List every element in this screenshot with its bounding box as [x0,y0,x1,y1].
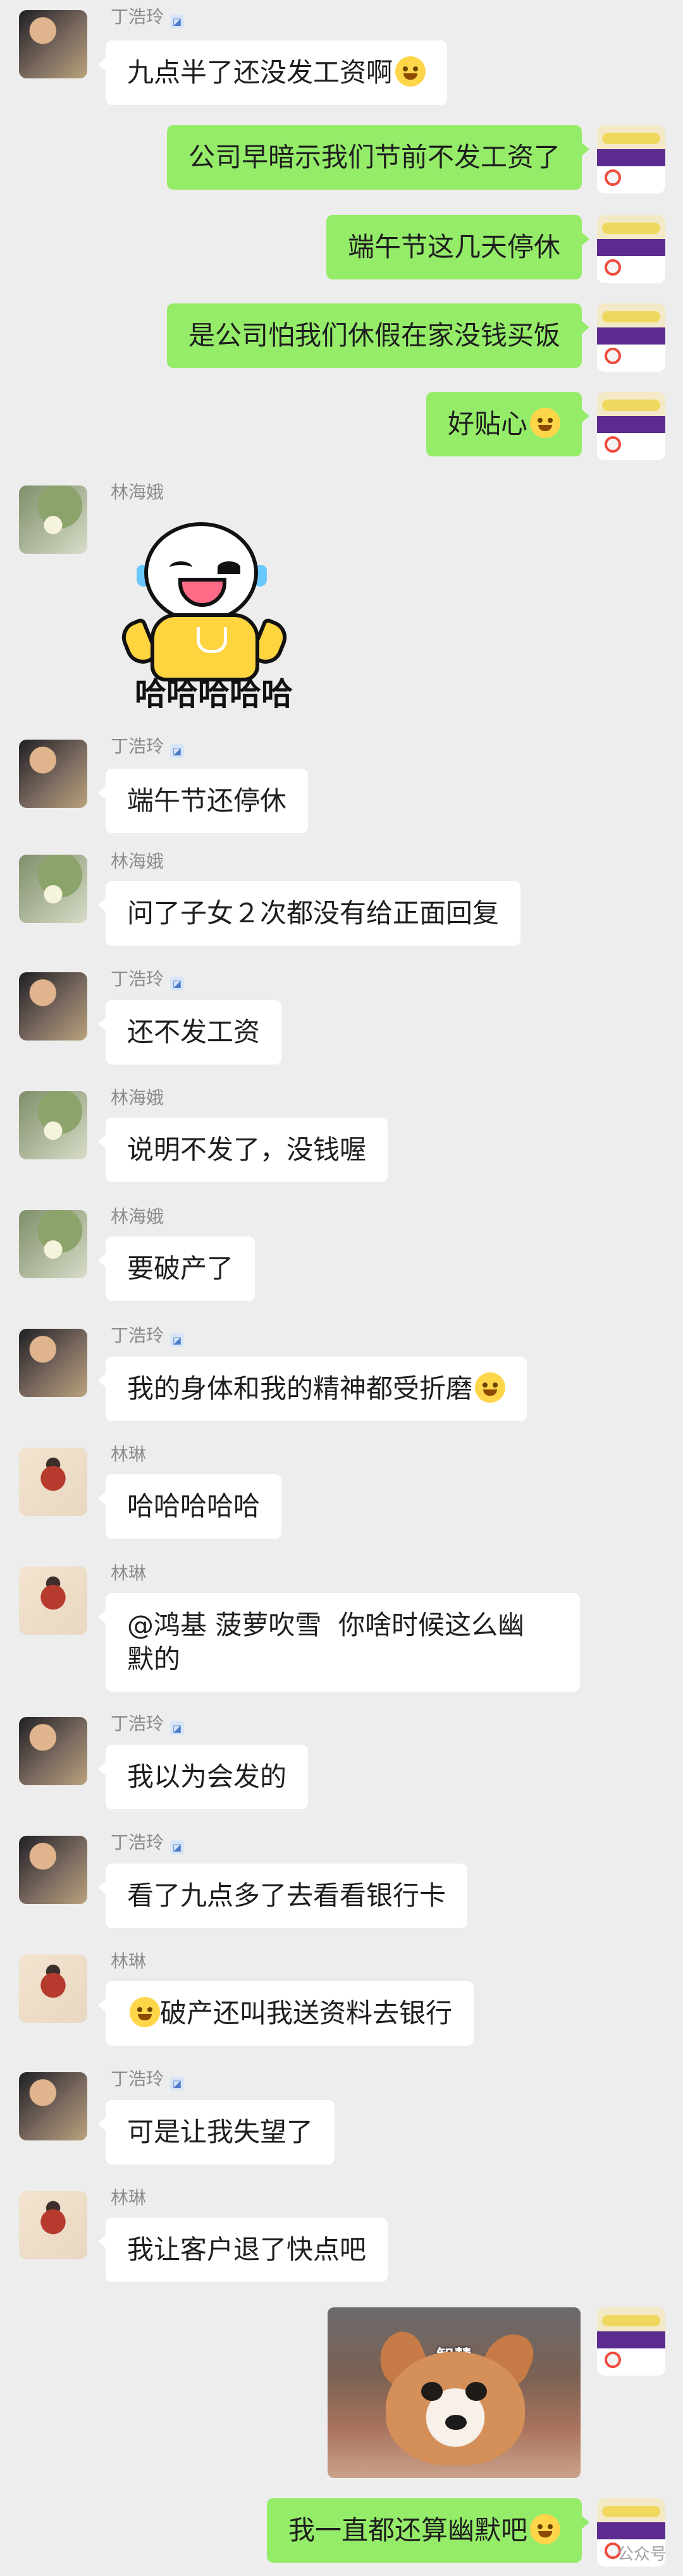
message-bubble[interactable]: 我让客户退了快点吧 [97,2218,388,2282]
sender-name: 丁浩玲 ◪ [111,1713,185,1735]
message-14: 林琳 @鸿基 菠萝吹雪 你啥时候这么幽 默的 [0,1563,683,1692]
avatar[interactable] [597,303,665,372]
message-bubble[interactable]: 我以为会发的 [97,1745,309,1809]
message-bubble[interactable]: 我的身体和我的精神都受折磨 [97,1357,527,1421]
sender-name: 丁浩玲 ◪ [111,1832,185,1854]
message-2: 公司早暗示我们节前不发工资了 [0,125,683,196]
message-bubble[interactable]: 可是让我失望了 [97,2100,335,2164]
message-18: 丁浩玲 ◪ 可是让我失望了 [0,2068,683,2164]
message-12: 丁浩玲 ◪ 我的身体和我的精神都受折磨 [0,1325,683,1421]
avatar[interactable] [597,2307,665,2376]
dog-eye-icon [465,2382,487,2401]
avatar[interactable] [597,392,665,460]
message-bubble[interactable]: 好贴心 [426,392,590,456]
avatar[interactable] [19,485,87,554]
message-bubble[interactable]: 公司早暗示我们节前不发工资了 [166,125,590,190]
avatar[interactable] [19,1448,87,1516]
message-bubble[interactable]: 是公司怕我们休假在家没钱买饭 [166,303,590,368]
cup-icon [197,627,227,653]
chat-screen: 丁浩玲 ◪ 九点半了还没发工资啊 公司早暗示我们节前不发工资了 端午节这几天停休 … [0,0,683,2576]
pleading-emoji-icon [530,2514,560,2544]
message-15: 丁浩玲 ◪ 我以为会发的 [0,1713,683,1809]
sender-name: 林海娥 [111,1206,164,1227]
message-bubble[interactable]: 端午节这几天停休 [326,215,590,279]
message-20: 智慧 [0,2307,683,2478]
avatar[interactable] [19,2191,87,2259]
message-3: 端午节这几天停休 [0,215,683,286]
avatar[interactable] [19,1836,87,1904]
message-9: 丁浩玲 ◪ 还不发工资 [0,968,683,1065]
badge-icon: ◪ [170,15,185,28]
message-bubble[interactable]: 哈哈哈哈哈 [97,1474,282,1539]
badge-icon: ◪ [170,2077,185,2091]
message-bubble[interactable]: 说明不发了，没钱喔 [97,1118,388,1182]
watermark: 公众号 [617,2545,667,2564]
message-bubble[interactable]: 破产还叫我送资料去银行 [97,1981,474,2046]
sticker-message[interactable]: 哈哈哈哈哈 [106,510,321,712]
sender-name: 丁浩玲 ◪ [111,736,185,758]
badge-icon: ◪ [170,1721,185,1735]
avatar[interactable] [19,1955,87,2023]
sender-name: 林海娥 [111,1087,164,1108]
message-5: 好贴心 [0,392,683,463]
message-6: 林海娥 哈哈哈哈哈 [0,482,683,713]
sender-name: 林海娥 [111,482,164,503]
sticker-text: 哈哈哈哈哈 [135,676,293,712]
sender-name: 丁浩玲 ◪ [111,968,185,991]
message-bubble[interactable]: 端午节还停休 [97,769,309,833]
badge-icon: ◪ [170,977,185,991]
message-bubble[interactable]: 九点半了还没发工资啊 [97,40,448,105]
image-message[interactable]: 智慧 [328,2307,581,2478]
badge-icon: ◪ [170,744,185,758]
message-4: 是公司怕我们休假在家没钱买饭 [0,303,683,374]
message-1: 丁浩玲 ◪ 九点半了还没发工资啊 [0,6,683,105]
avatar[interactable] [19,855,87,923]
avatar[interactable] [19,2072,87,2140]
sender-name: 丁浩玲 ◪ [111,6,185,28]
message-11: 林海娥 要破产了 [0,1206,683,1301]
sender-name: 林琳 [111,1951,147,1972]
avatar[interactable] [19,1717,87,1785]
avatar[interactable] [19,1210,87,1278]
message-bubble[interactable]: 问了子女２次都没有给正面回复 [97,881,521,946]
message-7: 丁浩玲 ◪ 端午节还停休 [0,736,683,833]
message-bubble[interactable]: 还不发工资 [97,1000,282,1065]
badge-icon: ◪ [170,1333,185,1347]
dog-eye-icon [421,2382,443,2401]
message-21: 我一直都还算幽默吧 [0,2498,683,2569]
message-10: 林海娥 说明不发了，没钱喔 [0,1087,683,1182]
laugh-emoji-icon [395,56,426,87]
weary-emoji-icon [475,1372,506,1403]
message-8: 林海娥 问了子女２次都没有给正面回复 [0,851,683,946]
sender-name: 丁浩玲 ◪ [111,1325,185,1347]
message-16: 丁浩玲 ◪ 看了九点多了去看看银行卡 [0,1832,683,1928]
message-bubble[interactable]: 看了九点多了去看看银行卡 [97,1864,468,1928]
dog-nose-icon [445,2415,467,2430]
avatar[interactable] [19,10,87,78]
sender-name: 林琳 [111,2187,147,2208]
dog-face-icon [386,2352,525,2465]
thinking-emoji-icon [130,1997,160,2027]
message-13: 林琳 哈哈哈哈哈 [0,1444,683,1539]
badge-icon: ◪ [170,1840,185,1854]
message-17: 林琳 破产还叫我送资料去银行 [0,1951,683,2046]
avatar[interactable] [19,740,87,808]
message-bubble[interactable]: @鸿基 菠萝吹雪 你啥时候这么幽 默的 [98,1593,580,1692]
message-19: 林琳 我让客户退了快点吧 [0,2187,683,2282]
sender-name: 林琳 [111,1444,147,1465]
sender-name: 丁浩玲 ◪ [111,2068,185,2091]
avatar[interactable] [597,215,665,283]
avatar[interactable] [19,1566,87,1635]
avatar[interactable] [19,1329,87,1397]
message-bubble[interactable]: 我一直都还算幽默吧 [266,2498,590,2563]
avatar[interactable] [19,1091,87,1159]
sender-name: 林琳 [111,1563,147,1584]
sender-name: 林海娥 [111,851,164,872]
laughing-face-icon [144,522,258,623]
avatar[interactable] [19,972,87,1041]
message-bubble[interactable]: 要破产了 [97,1236,255,1301]
avatar[interactable] [597,125,665,193]
pleading-emoji-icon [530,408,560,438]
